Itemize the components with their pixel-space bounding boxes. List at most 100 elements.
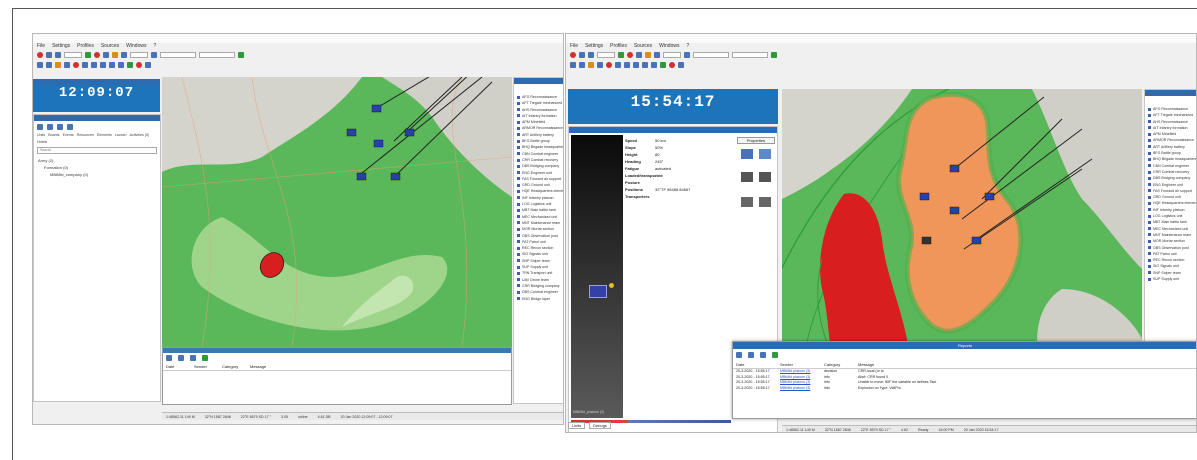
tab-debugs[interactable]: Debugs xyxy=(589,422,611,429)
selected-unit-symbol[interactable] xyxy=(589,285,607,298)
layers-icon[interactable] xyxy=(618,52,624,58)
measure-icon[interactable] xyxy=(597,62,603,68)
col-category[interactable]: Category xyxy=(824,361,858,368)
equipment-icon-1[interactable] xyxy=(741,172,753,182)
grid-icon[interactable] xyxy=(636,52,642,58)
filter-field[interactable] xyxy=(160,52,196,58)
log-clear-icon[interactable] xyxy=(736,352,742,358)
tab-units[interactable]: Units xyxy=(568,422,586,429)
tab-hotels[interactable]: Hotels xyxy=(37,140,47,144)
legend-item[interactable]: AFT Tregale mechanized xyxy=(1145,112,1196,118)
tab-elements[interactable]: Elements xyxy=(97,133,112,137)
legend-item[interactable]: BHQ Brigade headquarters xyxy=(1145,156,1196,162)
legend-item[interactable]: AFT Tregale mechanized xyxy=(514,100,563,106)
alert-icon[interactable] xyxy=(669,62,675,68)
unit-icon[interactable] xyxy=(55,62,61,68)
brush-icon[interactable] xyxy=(112,52,118,58)
select-icon[interactable] xyxy=(624,62,630,68)
record-icon[interactable] xyxy=(570,52,576,58)
draw-area-icon[interactable] xyxy=(579,62,585,68)
tab-launch[interactable]: Launch xyxy=(115,133,127,137)
tab-activities[interactable]: Activities (0) xyxy=(130,133,150,137)
arrow-icon[interactable] xyxy=(615,62,621,68)
legend-item[interactable]: ARMOR Reconnaissance xyxy=(1145,137,1196,143)
log-status-icon[interactable] xyxy=(202,355,208,361)
left-map-view[interactable] xyxy=(162,77,512,347)
link-icon[interactable] xyxy=(678,62,684,68)
log-filter-icon[interactable] xyxy=(178,355,184,361)
properties-button[interactable]: Properties xyxy=(737,137,775,144)
hierarchy-icon[interactable] xyxy=(741,149,753,159)
play-icon[interactable] xyxy=(46,52,52,58)
profile-select[interactable] xyxy=(732,52,768,58)
zoom-out-icon[interactable] xyxy=(651,62,657,68)
tree-item-company[interactable]: MBtMkt_company (0) xyxy=(34,171,160,178)
tree-forward-icon[interactable] xyxy=(47,124,53,130)
log-status-icon[interactable] xyxy=(772,352,778,358)
layers-icon[interactable] xyxy=(85,52,91,58)
legend-item[interactable]: DBS Bridging company xyxy=(1145,175,1196,181)
legend-item[interactable]: DBS Bridging company xyxy=(514,163,563,169)
right-map-view[interactable] xyxy=(782,89,1142,369)
log-filter-icon[interactable] xyxy=(748,352,754,358)
profile-select[interactable] xyxy=(199,52,235,58)
measure-icon[interactable] xyxy=(64,62,70,68)
delete-icon[interactable] xyxy=(73,62,79,68)
map-icon[interactable] xyxy=(127,62,133,68)
equipment-icon-2[interactable] xyxy=(759,172,771,182)
distance-field[interactable] xyxy=(130,52,148,58)
menu-windows[interactable]: Windows xyxy=(659,43,679,50)
tree-refresh-icon[interactable] xyxy=(67,124,73,130)
step-icon[interactable] xyxy=(55,52,61,58)
menu-settings[interactable]: Settings xyxy=(585,43,603,50)
zoom-in-icon[interactable] xyxy=(642,62,648,68)
log-export-icon[interactable] xyxy=(190,355,196,361)
col-message[interactable]: Message xyxy=(858,361,978,368)
log-export-icon[interactable] xyxy=(760,352,766,358)
log-clear-icon[interactable] xyxy=(166,355,172,361)
tab-boards[interactable]: Boards xyxy=(48,133,59,137)
delete-icon[interactable] xyxy=(606,62,612,68)
zoom-out-icon[interactable] xyxy=(118,62,124,68)
step-icon[interactable] xyxy=(588,52,594,58)
menu-profiles[interactable]: Profiles xyxy=(610,43,627,50)
col-sender[interactable]: Sender xyxy=(194,363,222,370)
legend-item[interactable]: HQE Headquarters element xyxy=(514,188,563,194)
zoom-icon[interactable] xyxy=(121,52,127,58)
target-icon[interactable] xyxy=(94,52,100,58)
log-row[interactable]: 20-3-2020 - 15:55:17 MBtMkt platoon (3) in… xyxy=(733,386,1196,392)
panel-icon[interactable] xyxy=(759,149,771,159)
menu-sources[interactable]: Sources xyxy=(101,43,119,50)
legend-item[interactable]: ARMOR Reconnaissance xyxy=(514,125,563,131)
tree-search-input[interactable]: Search xyxy=(37,147,157,154)
menu-settings[interactable]: Settings xyxy=(52,43,70,50)
brush-icon[interactable] xyxy=(645,52,651,58)
col-date[interactable]: Date xyxy=(736,361,780,368)
fit-icon[interactable] xyxy=(100,62,106,68)
filter-field[interactable] xyxy=(693,52,729,58)
unit-viewport[interactable]: MBtMkt_platoon (2) xyxy=(571,135,623,418)
tree-item-formation[interactable]: Formation (0) xyxy=(34,164,160,171)
tab-units[interactable]: Units xyxy=(37,133,45,137)
target-icon[interactable] xyxy=(627,52,633,58)
record-icon[interactable] xyxy=(37,52,43,58)
select-icon[interactable] xyxy=(91,62,97,68)
tab-resources[interactable]: Resources xyxy=(77,133,94,137)
log-sender[interactable]: MBtMkt platoon (3) xyxy=(780,386,824,392)
col-category[interactable]: Category xyxy=(222,363,250,370)
distance-field[interactable] xyxy=(663,52,681,58)
unit-icon[interactable] xyxy=(588,62,594,68)
tree-item-army[interactable]: Army (2) xyxy=(34,157,160,164)
grid-icon[interactable] xyxy=(103,52,109,58)
menu-file[interactable]: File xyxy=(570,43,578,50)
draw-area-icon[interactable] xyxy=(46,62,52,68)
col-sender[interactable]: Sender xyxy=(780,361,824,368)
menu-help[interactable]: ? xyxy=(153,43,156,50)
go-icon[interactable] xyxy=(238,52,244,58)
speed-field[interactable] xyxy=(64,52,82,58)
camera-icon[interactable] xyxy=(151,52,157,58)
zoom-icon[interactable] xyxy=(654,52,660,58)
menu-windows[interactable]: Windows xyxy=(126,43,146,50)
tree-back-icon[interactable] xyxy=(37,124,43,130)
menu-sources[interactable]: Sources xyxy=(634,43,652,50)
